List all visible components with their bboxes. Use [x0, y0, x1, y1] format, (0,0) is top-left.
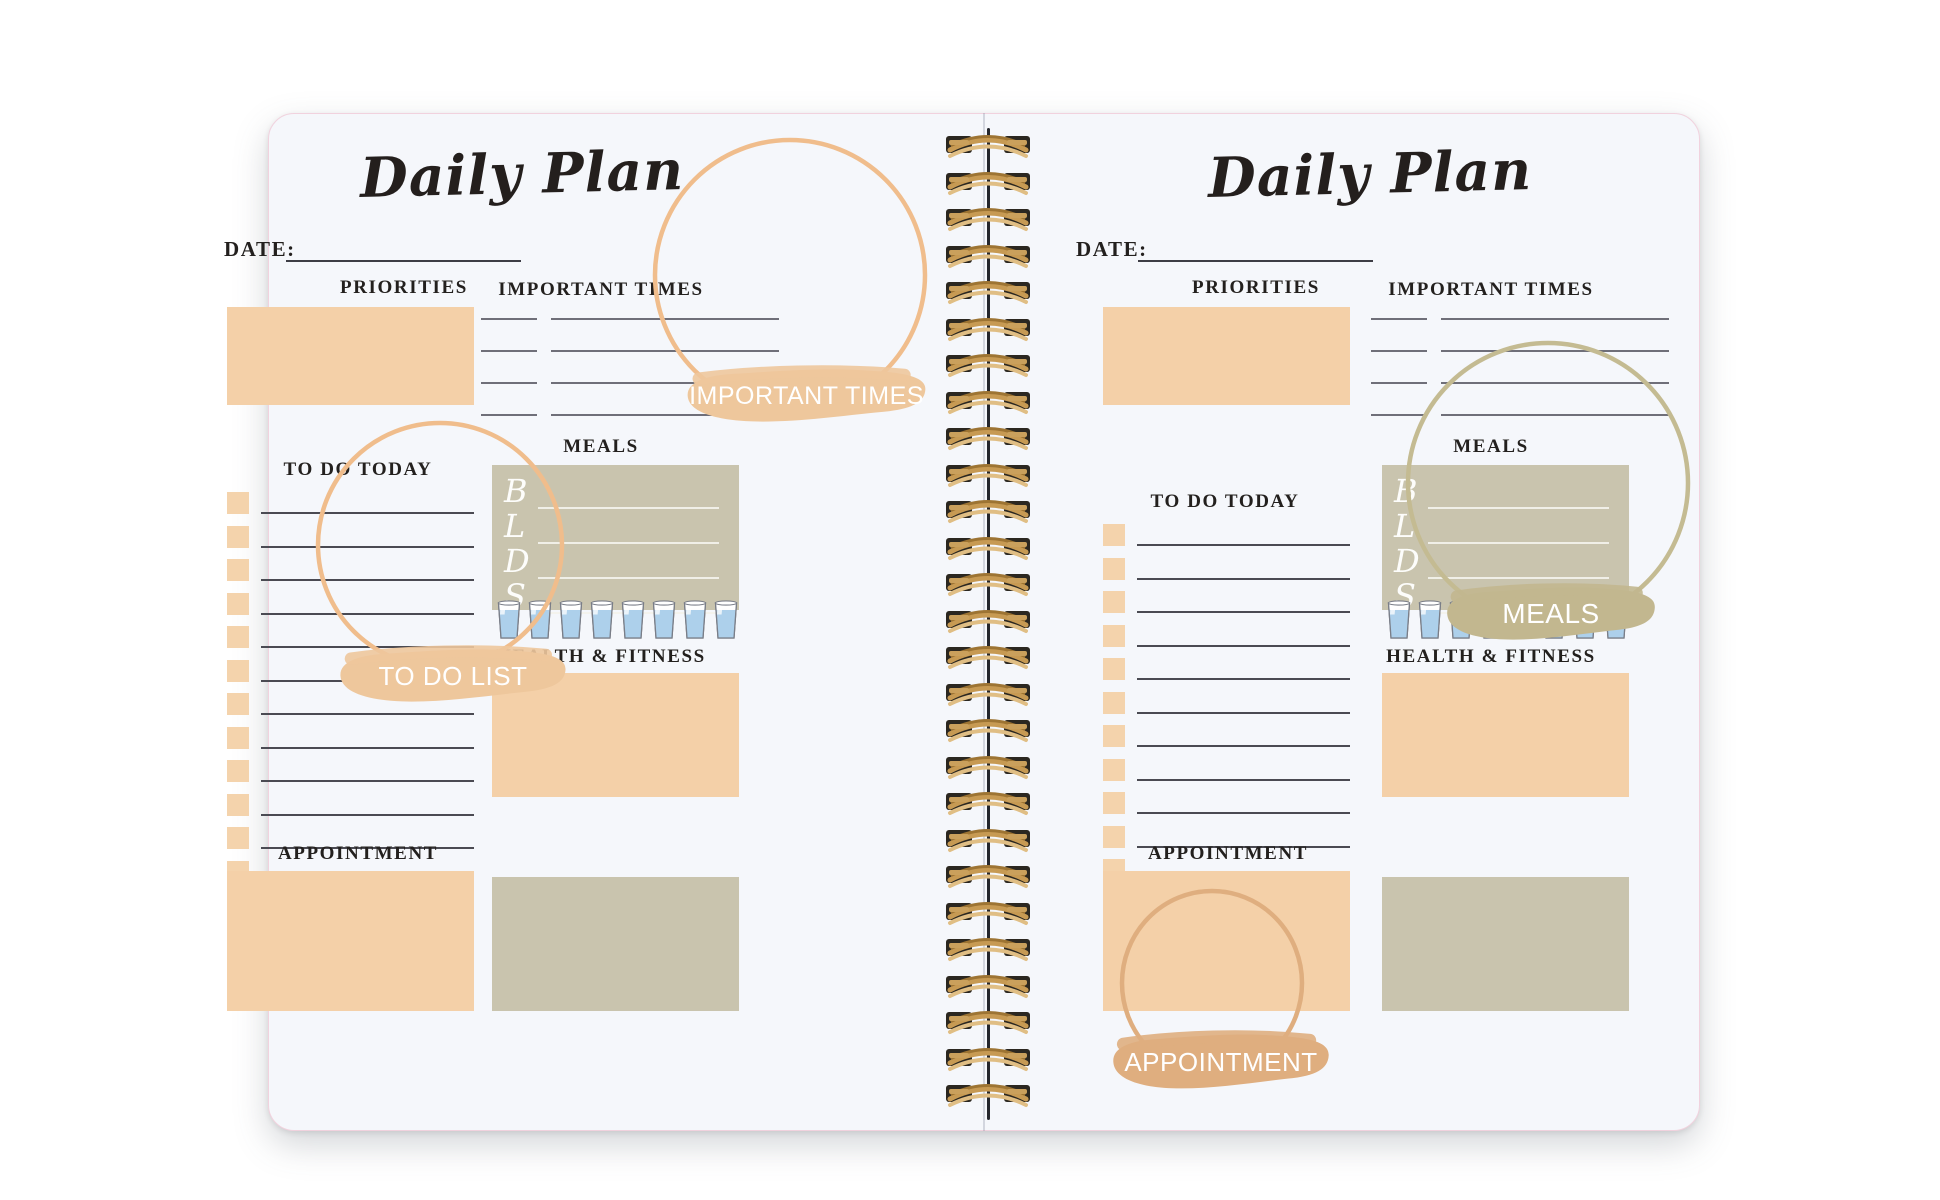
spiral-coil: [940, 858, 1036, 896]
spiral-binding: [940, 128, 1036, 1120]
left-water-glass-icon[interactable]: [711, 599, 741, 641]
right-to-do-checkbox[interactable]: [1103, 524, 1125, 546]
spiral-coil: [940, 128, 1036, 166]
right-to-do-today-label: TO DO TODAY: [1150, 491, 1300, 512]
right-important-times-time-line[interactable]: [1371, 318, 1427, 320]
spiral-coil: [940, 530, 1036, 568]
right-to-do-checkbox[interactable]: [1103, 691, 1125, 714]
spiral-coil: [940, 785, 1036, 823]
right-to-do-line[interactable]: [1137, 611, 1350, 613]
annotation-circle-to-do-list: [304, 409, 576, 681]
right-to-do-checkbox[interactable]: [1103, 725, 1125, 747]
left-to-do-line[interactable]: [261, 713, 474, 715]
right-health-fitness-label: HEALTH & FITNESS: [1386, 646, 1596, 667]
left-page-title: Daily Plan: [359, 137, 685, 210]
spiral-coil: [940, 895, 1036, 933]
annotation-badge-to-do-list: TO DO LIST: [337, 645, 569, 707]
left-appointment-label: APPOINTMENT: [277, 843, 439, 864]
annotation-badge-important-times-text: IMPORTANT TIMES: [689, 381, 924, 410]
left-to-do-checkbox[interactable]: [227, 592, 249, 615]
annotation-badge-important-times: IMPORTANT TIMES: [684, 365, 929, 427]
right-to-do-line[interactable]: [1137, 812, 1350, 814]
planner-screenshot: Daily Plan DATE: PRIORITIES IMPORTANT TI…: [0, 0, 1940, 1200]
annotation-badge-to-do-list-text: TO DO LIST: [378, 660, 528, 691]
right-to-do-line[interactable]: [1137, 644, 1350, 647]
spiral-coil: [940, 639, 1036, 677]
left-to-do-checkbox[interactable]: [227, 760, 249, 782]
right-date-label: DATE:: [1076, 237, 1148, 261]
spiral-coil: [940, 493, 1036, 531]
spiral-coil: [940, 968, 1036, 1006]
right-priorities-box[interactable]: [1103, 307, 1350, 405]
left-to-do-checkbox[interactable]: [227, 693, 249, 715]
spiral-coil: [940, 1077, 1036, 1115]
right-important-times-detail-line[interactable]: [1441, 318, 1669, 320]
right-to-do-checkbox[interactable]: [1103, 658, 1125, 680]
left-date-label: DATE:: [224, 237, 296, 261]
right-date-input-line[interactable]: [1138, 260, 1373, 262]
spiral-coil: [940, 931, 1036, 969]
spiral-coil: [940, 712, 1036, 750]
annotation-badge-appointment-text: APPOINTMENT: [1124, 1046, 1318, 1077]
left-to-do-checkbox[interactable]: [227, 492, 249, 514]
right-priorities-label: PRIORITIES: [1192, 277, 1320, 298]
spiral-coil: [940, 603, 1036, 641]
spiral-coil: [940, 676, 1036, 714]
spiral-coil: [940, 165, 1036, 203]
right-to-do-checkbox[interactable]: [1103, 792, 1125, 814]
right-page-title: Daily Plan: [1207, 137, 1533, 210]
left-water-glass-icon[interactable]: [680, 599, 710, 641]
annotation-badge-meals: MEALS: [1444, 583, 1658, 645]
spiral-coil: [940, 457, 1036, 495]
spiral-coil: [940, 566, 1036, 604]
spiral-coil: [940, 384, 1036, 422]
right-to-do-line[interactable]: [1137, 778, 1350, 781]
spiral-coil: [940, 1004, 1036, 1042]
right-to-do-checkbox[interactable]: [1103, 758, 1125, 781]
right-to-do-checkbox[interactable]: [1103, 591, 1125, 613]
left-important-times-time-line[interactable]: [481, 382, 537, 384]
left-to-do-line[interactable]: [261, 780, 474, 782]
annotation-badge-meals-text: MEALS: [1502, 598, 1600, 629]
right-to-do-line[interactable]: [1137, 544, 1350, 546]
spiral-coil: [940, 238, 1036, 276]
spiral-coil: [940, 274, 1036, 312]
left-water-glass-icon[interactable]: [618, 599, 648, 641]
right-important-times-label: IMPORTANT TIMES: [1388, 279, 1594, 300]
spiral-coil: [940, 420, 1036, 458]
right-health-fitness-box[interactable]: [1382, 673, 1629, 797]
left-appointment-box[interactable]: [227, 871, 474, 1011]
left-important-times-time-line[interactable]: [481, 318, 537, 320]
left-to-do-checkbox[interactable]: [227, 726, 249, 749]
right-appointment-label: APPOINTMENT: [1147, 843, 1309, 864]
left-to-do-line[interactable]: [261, 813, 474, 816]
right-bottom-notes-box[interactable]: [1382, 877, 1629, 1011]
left-to-do-line[interactable]: [261, 746, 474, 749]
spiral-coil: [940, 749, 1036, 787]
left-to-do-checkbox[interactable]: [227, 793, 249, 816]
spiral-coil: [940, 201, 1036, 239]
right-to-do-line[interactable]: [1137, 577, 1350, 580]
spiral-coil: [940, 822, 1036, 860]
spiral-coil: [940, 311, 1036, 349]
left-to-do-checkbox[interactable]: [227, 626, 249, 648]
right-to-do-checkbox[interactable]: [1103, 624, 1125, 647]
left-to-do-checkbox[interactable]: [227, 659, 249, 682]
left-date-input-line[interactable]: [286, 260, 521, 262]
right-to-do-line[interactable]: [1137, 745, 1350, 747]
spiral-coil: [940, 1041, 1036, 1079]
right-to-do-checkbox[interactable]: [1103, 557, 1125, 580]
spiral-coil: [940, 347, 1036, 385]
left-priorities-box[interactable]: [227, 307, 474, 405]
left-bottom-notes-box[interactable]: [492, 877, 739, 1011]
left-water-glass-icon[interactable]: [649, 599, 679, 641]
left-to-do-checkbox[interactable]: [227, 559, 249, 581]
annotation-badge-appointment: APPOINTMENT: [1110, 1030, 1332, 1094]
left-important-times-time-line[interactable]: [481, 350, 537, 352]
left-to-do-checkbox[interactable]: [227, 525, 249, 548]
right-to-do-line[interactable]: [1137, 711, 1350, 714]
left-water-glass-icon[interactable]: [587, 599, 617, 641]
right-to-do-line[interactable]: [1137, 678, 1350, 680]
